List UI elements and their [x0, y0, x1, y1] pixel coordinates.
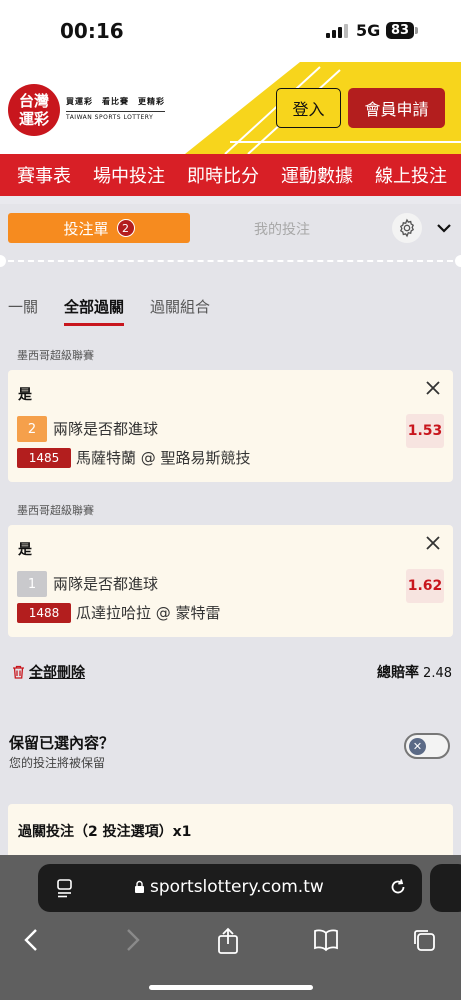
reload-icon[interactable] — [388, 877, 408, 897]
gear-icon[interactable] — [392, 213, 422, 243]
nav-item-schedule[interactable]: 賽事表 — [0, 162, 81, 188]
tab-parlay-combo[interactable]: 過關組合 — [150, 296, 210, 326]
battery-icon: 83 — [386, 22, 414, 39]
forward-icon[interactable] — [122, 927, 142, 953]
english-name: TAIWAN SPORTS LOTTERY — [66, 111, 165, 121]
nav-item-online-betting[interactable]: 線上投注 — [363, 162, 457, 188]
odds-value: 1.53 — [406, 414, 444, 448]
match-code: 1485 — [17, 448, 71, 468]
tab-single[interactable]: 一關 — [8, 296, 38, 326]
status-bar: 00:16 5G 83 — [0, 0, 461, 62]
delete-all-button[interactable]: 全部刪除 — [12, 662, 85, 682]
bet-type-tabs: 一關 全部過關 過關組合 — [8, 296, 210, 326]
site-header: 台灣 運彩 買運彩 看比賽 更精彩 TAIWAN SPORTS LOTTERY … — [0, 62, 461, 154]
nav-item-live-betting[interactable]: 場中投注 — [81, 162, 175, 188]
lock-icon — [135, 880, 144, 893]
ticket-divider — [8, 260, 453, 262]
home-indicator — [149, 985, 313, 990]
close-icon[interactable] — [425, 535, 441, 551]
keep-selections-toggle[interactable]: ✕ — [404, 733, 450, 759]
signal-icon — [326, 24, 348, 38]
tab-mybets[interactable]: 我的投注 — [254, 219, 310, 239]
odds-value: 1.62 — [406, 569, 444, 603]
next-tab-preview[interactable] — [430, 864, 461, 912]
selection-pick: 是 — [18, 542, 32, 558]
market-name: 兩隊是否都進球 — [53, 420, 159, 438]
delete-all-label: 全部刪除 — [29, 665, 85, 681]
back-icon[interactable] — [22, 927, 42, 953]
total-odds-label: 總賠率 — [377, 665, 420, 681]
market-name: 兩隊是否都進球 — [53, 575, 159, 593]
browser-toolbar: sportslottery.com.tw — [0, 855, 461, 1000]
match-name: 馬薩特蘭 @ 聖路易斯競技 — [76, 449, 251, 467]
selection-pick: 是 — [18, 387, 32, 403]
bet-slip-panel: 投注單 2 我的投注 一關 全部過關 過關組合 墨西哥超級聯賽 是 2 兩隊是否… — [0, 204, 461, 855]
ticket-notch-right — [455, 255, 461, 267]
login-button[interactable]: 登入 — [276, 88, 341, 128]
close-icon[interactable] — [425, 380, 441, 396]
selection-number: 2 — [17, 416, 47, 442]
total-odds: 總賠率 2.48 — [377, 662, 452, 682]
logo-line2: 運彩 — [18, 110, 49, 128]
address-bar[interactable]: sportslottery.com.tw — [38, 864, 422, 912]
trash-icon — [13, 665, 24, 679]
selection-card: 是 1 兩隊是否都進球 1488 瓜達拉哈拉 @ 蒙特雷 1.62 — [8, 525, 453, 637]
register-button[interactable]: 會員申請 — [348, 88, 445, 128]
selection-number: 1 — [17, 571, 47, 597]
parlay-bet-header[interactable]: 過關投注（2 投注選項）x1 — [8, 804, 453, 855]
betslip-count-badge: 2 — [116, 219, 135, 237]
share-icon[interactable] — [216, 927, 240, 955]
tab-betslip-label: 投注單 — [63, 219, 109, 238]
nav-item-sports-data[interactable]: 運動數據 — [269, 162, 363, 188]
keep-selections-subtitle: 您的投注將被保留 — [9, 756, 106, 770]
selection-card: 是 2 兩隊是否都進球 1485 馬薩特蘭 @ 聖路易斯競技 1.53 — [8, 370, 453, 482]
tab-betslip[interactable]: 投注單 2 — [8, 213, 190, 243]
main-nav: 賽事表 場中投注 即時比分 運動數據 線上投注 — [0, 154, 461, 196]
nav-item-live-scores[interactable]: 即時比分 — [175, 162, 269, 188]
match-name: 瓜達拉哈拉 @ 蒙特雷 — [76, 604, 221, 622]
match-code: 1488 — [17, 603, 71, 623]
page-menu-icon[interactable] — [56, 878, 74, 898]
slogan-text: 買運彩 看比賽 更精彩 — [66, 97, 165, 106]
logo-line1: 台灣 — [18, 92, 49, 110]
ticket-notch-left — [0, 255, 6, 267]
tab-all-parlay[interactable]: 全部過關 — [64, 296, 125, 326]
network-label: 5G — [356, 21, 381, 40]
bookmarks-icon[interactable] — [312, 927, 340, 953]
status-time: 00:16 — [60, 19, 124, 43]
keep-selections-title: 保留已選內容？ — [9, 734, 115, 752]
logo-tagline: 買運彩 看比賽 更精彩 TAIWAN SPORTS LOTTERY — [66, 96, 165, 121]
chevron-down-icon[interactable] — [436, 220, 452, 236]
tabs-icon[interactable] — [411, 927, 437, 953]
total-odds-value: 2.48 — [423, 666, 452, 681]
toggle-off-icon: ✕ — [409, 738, 426, 755]
site-logo[interactable]: 台灣 運彩 — [8, 84, 60, 136]
league-label: 墨西哥超級聯賽 — [17, 349, 94, 362]
battery-tip — [415, 27, 418, 34]
url-text: sportslottery.com.tw — [150, 877, 324, 897]
league-label: 墨西哥超級聯賽 — [17, 504, 94, 517]
